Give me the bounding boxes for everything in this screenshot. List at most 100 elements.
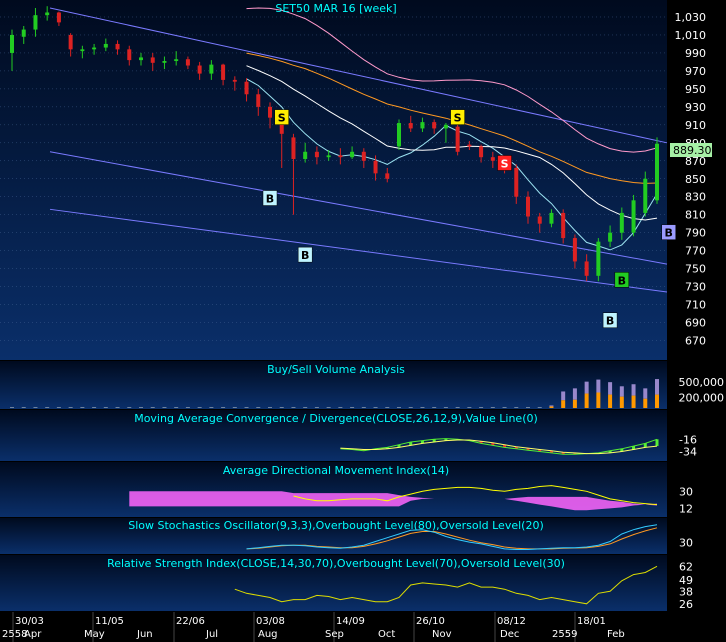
volume-sell-bar [643,388,648,399]
candle-body [397,123,401,147]
candle-body [643,178,648,213]
price-tick-label: 850 [685,173,706,186]
candle-body [221,64,226,80]
price-tick-label: 690 [685,317,706,330]
price-tick-label: 910 [685,119,706,132]
rsi-title: Relative Strength Index(CLOSE,14,30,70),… [107,557,565,570]
x-axis-month-label: Sep [325,629,344,640]
candle-body [608,232,613,242]
candle-body [209,64,214,74]
candle-body [467,144,472,147]
x-axis-month-label: Aug [258,629,278,640]
volume-sell-bar [608,382,613,395]
volume-buy-bar [549,406,554,408]
stochastics-panel: Slow Stochastics Oscillator(9,3,3),Overb… [0,518,693,554]
price-tick-label: 710 [685,299,706,312]
sell-signal-label: S [278,112,286,125]
rsi-tick-label: 62 [679,560,693,573]
candle-body [115,43,120,50]
candle-body [68,34,73,50]
price-tick-label: 990 [685,47,706,60]
candle-body [432,122,437,129]
price-panel: S S S B B B B B SET50 MAR 16 [week] 1,030 1,010 9… [0,0,712,360]
volume-sell-bar [655,379,659,395]
candle-body [655,143,659,201]
candle-body [443,124,448,129]
volume-title: Buy/Sell Volume Analysis [267,363,405,376]
volume-tick-label: 200,000 [679,392,725,405]
x-axis-date-label: 26/10 [416,616,445,627]
price-tick-label: 1,030 [675,11,707,24]
candle-body [162,61,167,63]
candle-body [45,12,50,16]
candle-body [103,43,108,48]
x-axis-month-label: Feb [607,629,625,640]
candle-body [338,155,343,158]
x-axis-month-label: Dec [500,629,519,640]
candle-body [80,49,85,52]
candle-body [549,212,554,224]
last-price-badge: 889.30 [670,143,712,157]
price-tick-label: 830 [685,191,706,204]
candle-body [21,29,26,37]
price-tick-label: 930 [685,101,706,114]
candle-body [174,59,179,62]
candle-body [303,151,308,159]
stoch-tick-label: 30 [679,537,693,550]
macd-title: Moving Average Convergence / Divergence(… [134,412,538,425]
volume-sell-bar [549,405,554,407]
buy-signal-label: B [266,193,274,206]
buy-signal-label: B [665,227,673,240]
candle-body [232,79,237,82]
candle-body [631,200,636,233]
price-y-axis: 1,0301,010990970950930910890870850830810… [675,11,707,348]
volume-buy-bar [572,399,577,408]
volume-buy-bar [561,400,566,408]
price-tick-label: 790 [685,227,706,240]
rsi-y-axis: 62493826 [679,560,693,611]
price-panel-background [0,0,667,360]
sell-signal-label: S [501,157,509,170]
x-axis-date-label: 18/01 [577,616,606,627]
price-tick-label: 1,010 [675,29,707,42]
candle-body [526,196,530,217]
adx-y-axis: 3012 [679,485,693,515]
buy-signal-label: B [301,249,309,262]
candle-body [619,212,624,233]
x-axis-month-label: Oct [378,629,395,640]
candle-body [185,59,190,66]
volume-buy-bar [631,395,636,408]
candle-body [514,167,519,197]
candle-body [92,47,97,50]
price-tick-label: 970 [685,65,706,78]
x-axis-date-label: 14/09 [336,616,365,627]
candle-body [490,157,495,161]
sell-signal-label: S [454,112,462,125]
candle-body [537,216,542,224]
x-axis-month-label: May [84,629,105,640]
x-axis-date-label: 08/12 [497,616,526,627]
stock-chart: S S S B B B B B SET50 MAR 16 [week] 1,030 1,010 9… [0,0,726,642]
macd-tick-label: -34 [679,446,697,459]
volume-sell-bar [572,388,577,400]
candle-body [455,126,460,152]
price-tick-label: 730 [685,281,706,294]
stochastics-y-axis: 30 [679,537,693,550]
candle-body [244,81,249,95]
volume-y-axis: 500,000 200,000 [679,376,725,405]
volume-sell-bar [631,384,636,396]
candle-body [584,261,589,276]
candle-body [373,160,378,174]
candle-body [314,151,319,158]
candle-body [420,122,425,129]
macd-panel: Moving Average Convergence / Divergence(… [0,410,697,461]
candle-body [350,151,355,158]
candle-body [139,57,143,61]
volume-buy-bar [619,396,624,408]
candle-body [408,123,413,129]
rsi-tick-label: 26 [679,598,693,611]
price-tick-label: 770 [685,245,706,258]
buy-signal-label: B [618,274,626,287]
price-tick-label: 750 [685,263,706,276]
adx-tick-label: 12 [679,502,693,515]
